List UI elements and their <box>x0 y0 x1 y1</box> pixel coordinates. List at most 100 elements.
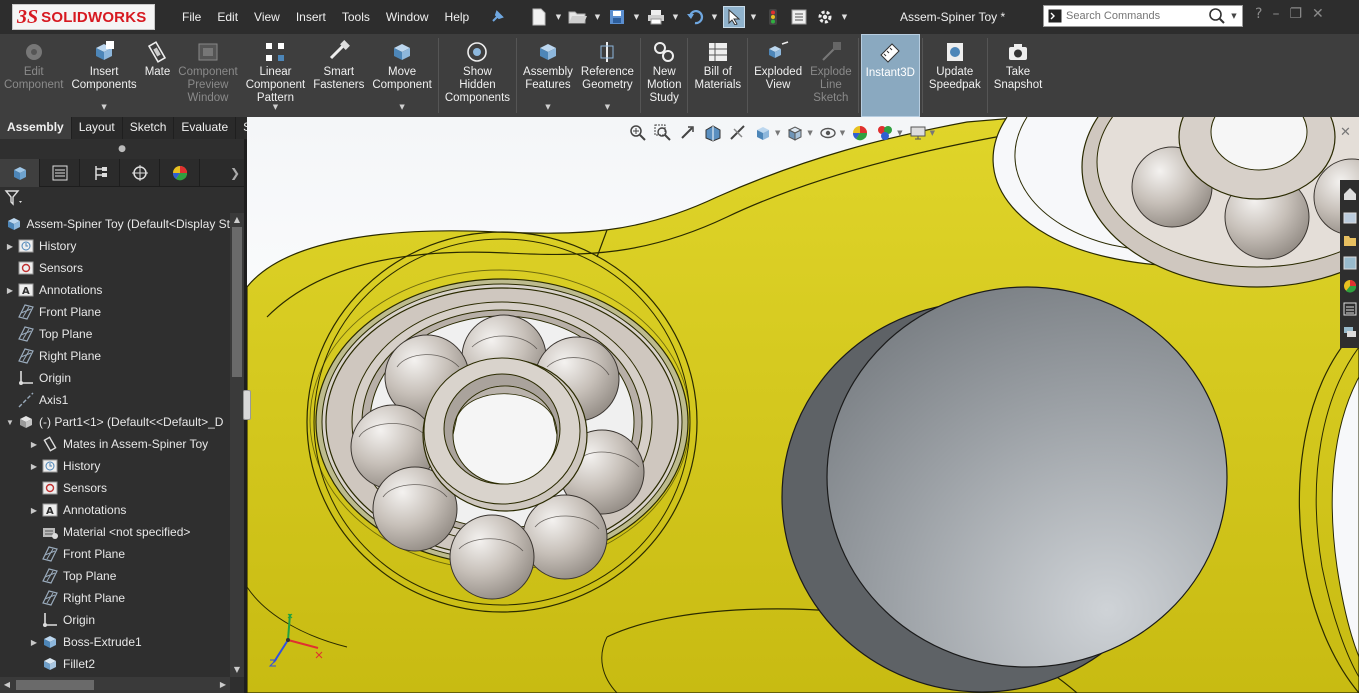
menu-tools[interactable]: Tools <box>334 10 378 24</box>
take-snapshot-button[interactable]: Take Snapshot <box>990 34 1047 117</box>
options-gear-icon[interactable] <box>814 6 836 28</box>
tree-item[interactable]: ▶ Mates in Assem-Spiner Toy <box>0 433 230 455</box>
scroll-left-arrow-icon[interactable]: ◀ <box>0 677 14 693</box>
print-dropdown-caret[interactable]: ▼ <box>671 6 680 28</box>
zoom-to-fit-icon[interactable] <box>628 123 648 143</box>
menu-file[interactable]: File <box>174 10 209 24</box>
scroll-right-arrow-icon[interactable]: ▶ <box>216 677 230 693</box>
select-arrow-icon[interactable] <box>723 6 745 28</box>
move-component-dropdown-caret[interactable]: ▼ <box>399 103 404 111</box>
open-dropdown-caret[interactable]: ▼ <box>593 6 602 28</box>
tree-item[interactable]: Material <not specified> <box>0 521 230 543</box>
tree-item[interactable]: Right Plane <box>0 587 230 609</box>
edit-appearance-icon[interactable] <box>850 123 870 143</box>
apply-scene-caret[interactable]: ▼ <box>897 129 902 137</box>
panel-tabs-more-chevron-icon[interactable]: ❯ <box>200 159 244 186</box>
tree-item[interactable]: ▶ A Annotations <box>0 499 230 521</box>
update-speedpak-button[interactable]: Update Speedpak <box>925 34 985 117</box>
expand-arrow-icon[interactable]: ▼ <box>4 418 16 427</box>
search-dropdown-caret[interactable]: ▼ <box>1228 12 1240 20</box>
hide-show-items-icon[interactable] <box>818 123 838 143</box>
menu-edit[interactable]: Edit <box>209 10 246 24</box>
view-settings-monitor-icon[interactable] <box>908 123 928 143</box>
expand-arrow-icon[interactable]: ▶ <box>28 462 40 471</box>
insert-components-button[interactable]: Insert Components ▼ <box>67 34 140 117</box>
tree-item[interactable]: Right Plane <box>0 345 230 367</box>
section-view-icon[interactable] <box>703 123 723 143</box>
tree-item[interactable]: Top Plane <box>0 565 230 587</box>
appearances-scenes-icon[interactable] <box>1342 275 1358 296</box>
expand-arrow-icon[interactable]: ▶ <box>4 242 16 251</box>
horizontal-scroll-thumb[interactable] <box>16 680 94 690</box>
move-component-button[interactable]: Move Component ▼ <box>368 34 435 117</box>
tree-item[interactable]: ▶ A Annotations <box>0 279 230 301</box>
tab-evaluate[interactable]: Evaluate <box>174 117 237 139</box>
reference-geometry-dropdown-caret[interactable]: ▼ <box>605 103 610 111</box>
property-manager-tab-icon[interactable] <box>40 159 80 187</box>
tree-item[interactable]: Front Plane <box>0 543 230 565</box>
zoom-to-area-icon[interactable] <box>653 123 673 143</box>
viewport-close-icon[interactable]: ✕ <box>1340 125 1351 140</box>
tree-horizontal-scrollbar[interactable]: ◀ ▶ <box>0 677 230 693</box>
solidworks-logo[interactable]: 3S SOLIDWORKS <box>12 4 156 30</box>
undo-icon[interactable] <box>684 6 706 28</box>
show-hidden-components-button[interactable]: Show Hidden Components <box>441 34 514 117</box>
help-icon[interactable]: ? <box>1255 6 1262 22</box>
expand-arrow-icon[interactable]: ▶ <box>28 638 40 647</box>
tree-item[interactable]: ▶ History <box>0 235 230 257</box>
pin-icon[interactable] <box>488 8 506 26</box>
new-document-icon[interactable] <box>528 6 550 28</box>
exploded-view-button[interactable]: Exploded View <box>750 34 806 117</box>
smart-fasteners-button[interactable]: Smart Fasteners <box>309 34 368 117</box>
assembly-features-dropdown-caret[interactable]: ▼ <box>545 103 550 111</box>
previous-view-icon[interactable] <box>678 123 698 143</box>
search-commands-box[interactable]: ▼ <box>1043 5 1243 27</box>
insert-components-dropdown-caret[interactable]: ▼ <box>101 103 106 111</box>
save-dropdown-caret[interactable]: ▼ <box>632 6 641 28</box>
instant3d-button[interactable]: Instant3D <box>860 34 920 117</box>
tree-item[interactable]: ▼ (-) Part1<1> (Default<<Default>_D <box>0 411 230 433</box>
menu-window[interactable]: Window <box>378 10 437 24</box>
scroll-down-arrow-icon[interactable]: ▼ <box>230 663 244 677</box>
display-style-caret[interactable]: ▼ <box>807 129 812 137</box>
tab-sketch[interactable]: Sketch <box>122 117 175 139</box>
tree-item[interactable]: Axis1 <box>0 389 230 411</box>
close-button[interactable]: ✕ <box>1312 6 1324 22</box>
design-library-icon[interactable] <box>1342 206 1358 227</box>
tree-item[interactable]: Sensors <box>0 257 230 279</box>
view-settings-caret[interactable]: ▼ <box>930 129 935 137</box>
expand-arrow-icon[interactable]: ▶ <box>28 440 40 449</box>
panel-collapse-handle[interactable] <box>243 390 251 420</box>
tab-layout[interactable]: Layout <box>71 117 123 139</box>
search-input[interactable] <box>1066 7 1206 25</box>
minimize-button[interactable]: – <box>1272 6 1279 22</box>
filter-icon[interactable] <box>4 189 26 207</box>
save-icon[interactable] <box>606 6 628 28</box>
tree-vertical-scrollbar[interactable]: ▲ ▼ <box>230 213 244 677</box>
print-icon[interactable] <box>645 6 667 28</box>
search-icon[interactable] <box>1206 6 1228 26</box>
tree-item[interactable]: Origin <box>0 367 230 389</box>
restore-button[interactable]: ❐ <box>1289 6 1302 22</box>
assembly-features-button[interactable]: Assembly Features ▼ <box>519 34 577 117</box>
configuration-manager-tab-icon[interactable] <box>80 159 120 187</box>
explode-line-sketch-button[interactable]: Explode Line Sketch <box>806 34 856 117</box>
view-orientation-icon[interactable] <box>753 123 773 143</box>
graphics-area[interactable]: ✕ <box>247 117 1359 693</box>
file-properties-icon[interactable] <box>788 6 810 28</box>
scroll-up-arrow-icon[interactable]: ▲ <box>230 213 244 227</box>
forum-icon[interactable] <box>1342 321 1358 342</box>
options-dropdown-caret[interactable]: ▼ <box>840 6 849 28</box>
dimxpert-manager-tab-icon[interactable] <box>120 159 160 187</box>
linear-component-pattern-dropdown-caret[interactable]: ▼ <box>273 103 278 111</box>
display-style-icon[interactable] <box>785 123 805 143</box>
tree-item[interactable]: ▶ History <box>0 455 230 477</box>
tree-item[interactable]: Sensors <box>0 477 230 499</box>
menu-insert[interactable]: Insert <box>288 10 334 24</box>
linear-component-pattern-button[interactable]: Linear Component Pattern ▼ <box>242 34 309 117</box>
view-palette-icon[interactable] <box>1342 252 1358 273</box>
apply-scene-icon[interactable] <box>875 123 895 143</box>
dynamic-annotation-views-icon[interactable] <box>728 123 748 143</box>
vertical-scroll-thumb[interactable] <box>232 227 242 377</box>
bill-of-materials-button[interactable]: Bill of Materials <box>690 34 745 117</box>
